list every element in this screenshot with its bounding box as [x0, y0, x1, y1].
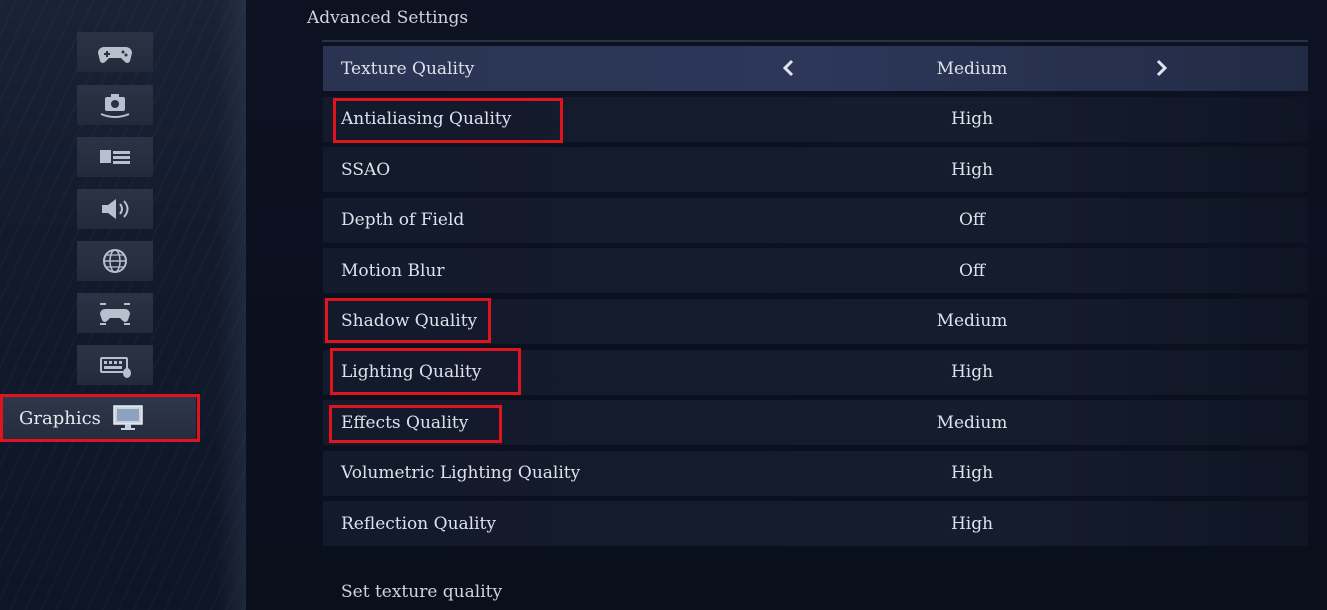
setting-value: High [950, 109, 994, 130]
setting-name: Lighting Quality [341, 362, 482, 383]
sidebar-item-display[interactable] [77, 137, 153, 177]
setting-value: High [950, 159, 994, 180]
setting-row-shadow-quality[interactable]: Shadow Quality Medium [323, 298, 1308, 344]
sidebar-item-controls[interactable] [77, 293, 153, 333]
controller-settings-icon [100, 303, 130, 325]
setting-name: Shadow Quality [341, 311, 478, 332]
settings-main: Advanced Settings Texture Quality Medium… [246, 0, 1327, 610]
sidebar-item-gameplay[interactable] [77, 32, 153, 72]
section-title: Advanced Settings [307, 8, 469, 28]
chevron-left-icon[interactable] [779, 58, 799, 78]
setting-row-motion-blur[interactable]: Motion Blur Off [323, 248, 1308, 294]
setting-row-effects-quality[interactable]: Effects Quality Medium [323, 400, 1308, 446]
setting-row-antialiasing-quality[interactable]: Antialiasing Quality High [323, 96, 1308, 142]
setting-name: Volumetric Lighting Quality [341, 463, 581, 484]
setting-name: SSAO [341, 159, 391, 180]
setting-row-volumetric-lighting-quality[interactable]: Volumetric Lighting Quality High [323, 450, 1308, 496]
setting-name: Effects Quality [341, 412, 469, 433]
settings-list: Texture Quality Medium Antialiasing Qual… [323, 46, 1308, 552]
setting-hint-text: Set texture quality [341, 582, 503, 602]
setting-value: Medium [936, 311, 1008, 332]
setting-name: Reflection Quality [341, 513, 496, 534]
setting-value: High [950, 362, 994, 383]
setting-name: Antialiasing Quality [341, 109, 512, 130]
setting-value: High [950, 463, 994, 484]
sidebar-item-keyboard[interactable] [77, 345, 153, 385]
setting-name: Depth of Field [341, 210, 465, 231]
sidebar-item-audio[interactable] [77, 189, 153, 229]
setting-value: Medium [936, 412, 1008, 433]
sidebar-item-label: Graphics [19, 407, 101, 429]
display-list-icon [100, 150, 130, 164]
gamepad-icon [98, 47, 132, 63]
setting-name: Motion Blur [341, 260, 445, 281]
setting-row-depth-of-field[interactable]: Depth of Field Off [323, 197, 1308, 243]
setting-row-lighting-quality[interactable]: Lighting Quality High [323, 349, 1308, 395]
camera-icon [100, 94, 130, 118]
keyboard-mouse-icon [100, 357, 131, 378]
chevron-right-icon[interactable] [1151, 58, 1171, 78]
globe-icon [103, 249, 127, 273]
sidebar-item-camera[interactable] [77, 85, 153, 125]
speaker-icon [102, 199, 129, 219]
setting-name: Texture Quality [341, 58, 475, 79]
setting-value: Off [958, 260, 985, 281]
setting-value: High [950, 513, 994, 534]
monitor-icon [113, 405, 143, 430]
setting-value: Off [958, 210, 985, 231]
setting-row-ssao[interactable]: SSAO High [323, 147, 1308, 193]
setting-value: Medium [936, 58, 1008, 79]
section-divider [322, 40, 1308, 42]
setting-row-reflection-quality[interactable]: Reflection Quality High [323, 501, 1308, 547]
settings-sidebar: Graphics [0, 0, 247, 610]
sidebar-item-language[interactable] [77, 241, 153, 281]
sidebar-item-graphics[interactable]: Graphics [3, 397, 196, 439]
setting-row-texture-quality[interactable]: Texture Quality Medium [323, 46, 1308, 91]
